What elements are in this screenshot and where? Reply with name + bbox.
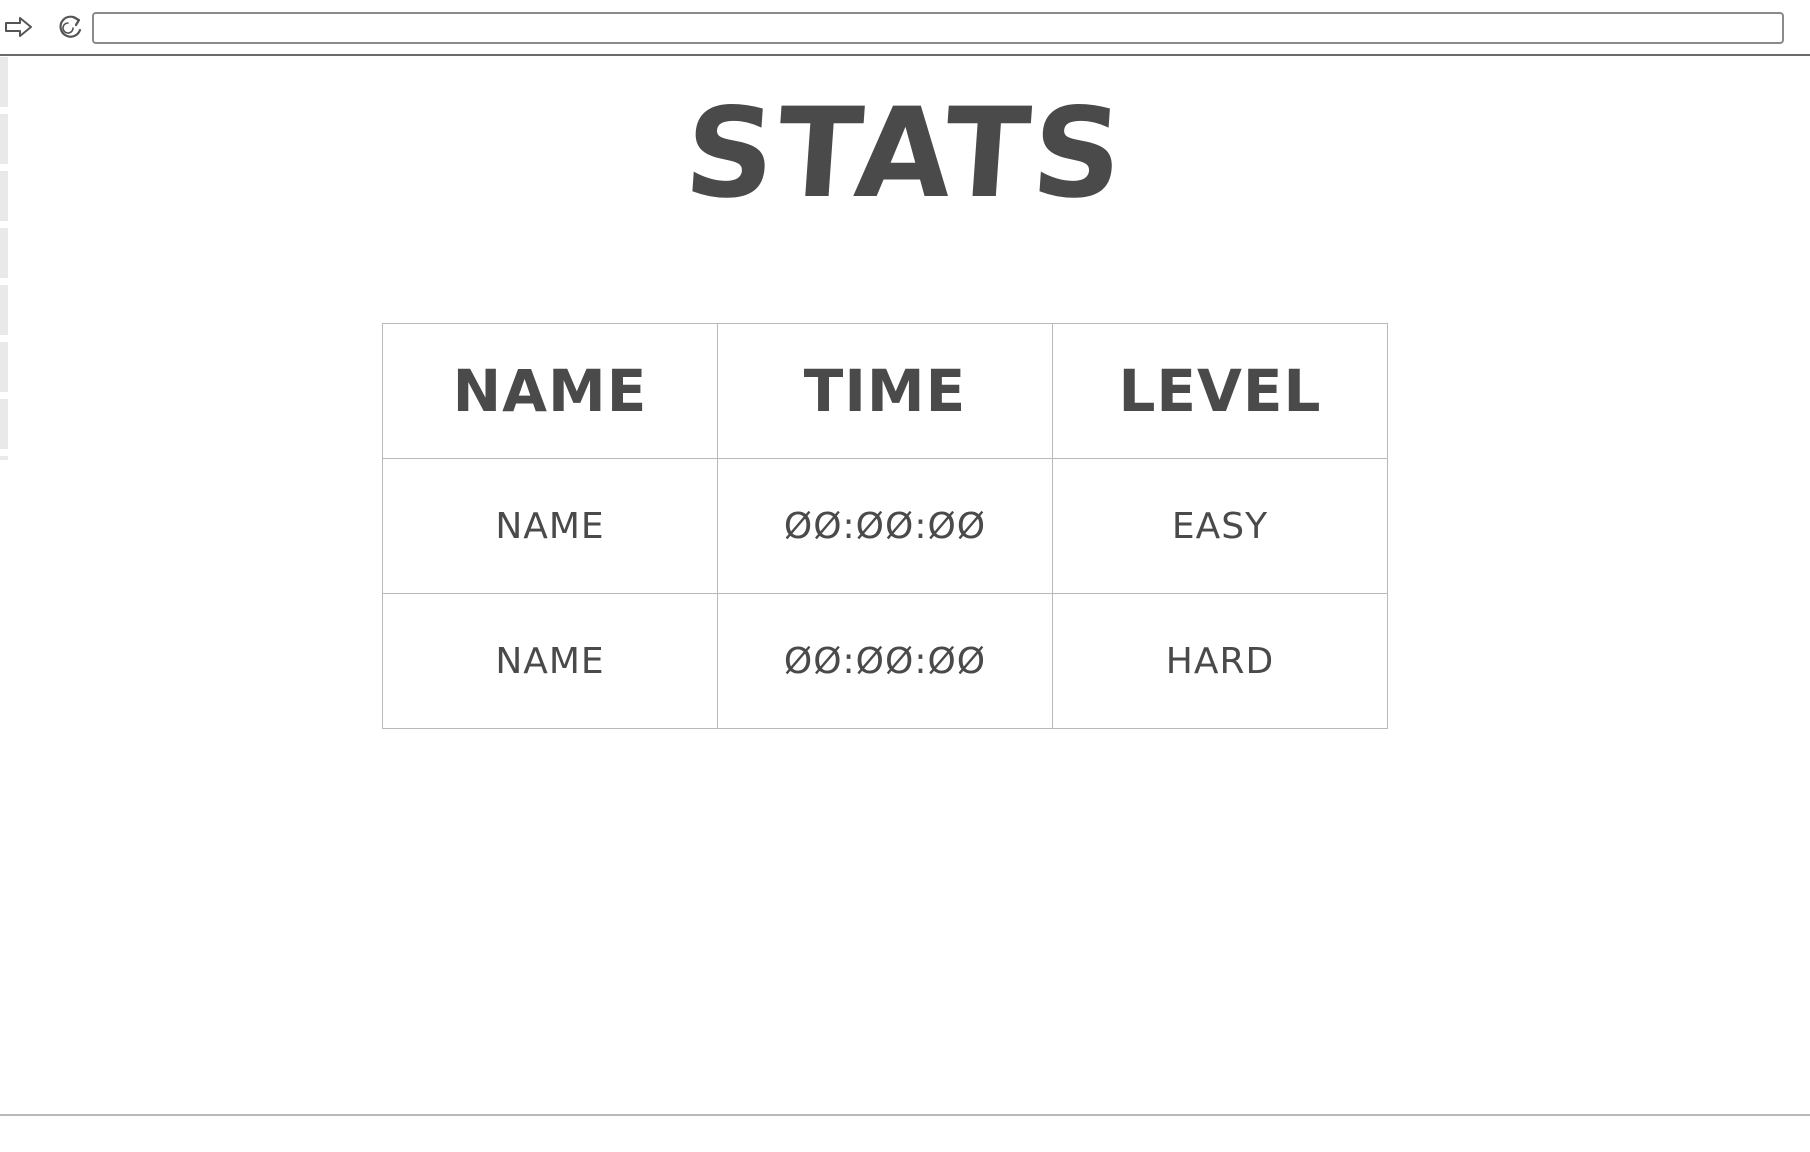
table-row: NAME ØØ:ØØ:ØØ EASY: [382, 458, 1388, 594]
table-row: NAME ØØ:ØØ:ØØ HARD: [382, 593, 1388, 729]
forward-button[interactable]: [2, 10, 36, 44]
reload-button[interactable]: [54, 10, 88, 44]
browser-toolbar: [0, 0, 1810, 56]
column-header-time: TIME: [717, 323, 1053, 459]
column-header-name: NAME: [382, 323, 718, 459]
page-title: STATS: [680, 82, 1130, 226]
bottom-divider: [0, 1114, 1810, 1116]
stats-table: NAME TIME LEVEL NAME ØØ:ØØ:ØØ EASY NAME …: [382, 323, 1388, 729]
column-header-level: LEVEL: [1052, 323, 1388, 459]
reload-icon: [56, 12, 86, 42]
url-input[interactable]: [92, 12, 1784, 44]
cell-name: NAME: [382, 458, 718, 594]
cell-time: ØØ:ØØ:ØØ: [717, 593, 1053, 729]
cell-level: EASY: [1052, 458, 1388, 594]
cell-time: ØØ:ØØ:ØØ: [717, 458, 1053, 594]
left-edge-strip: [0, 0, 8, 460]
cell-level: HARD: [1052, 593, 1388, 729]
arrow-right-icon: [4, 15, 34, 39]
table-header-row: NAME TIME LEVEL: [382, 323, 1388, 459]
cell-name: NAME: [382, 593, 718, 729]
